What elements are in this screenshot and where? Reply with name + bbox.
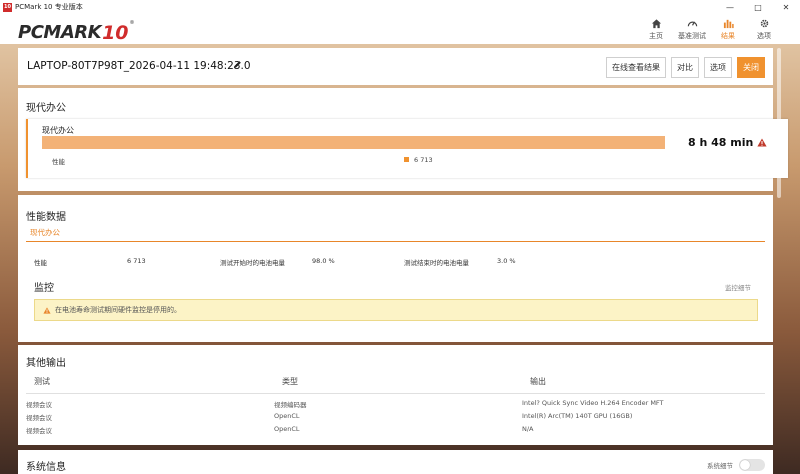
app-header: PCMARK 10 ® 主页 基准测试 结果 选项 [0, 14, 800, 44]
perf-data-title: 性能数据 [26, 212, 66, 223]
col-header-output: 输出 [530, 377, 546, 386]
warning-triangle-icon [43, 306, 51, 314]
speedometer-icon [687, 17, 698, 30]
result-actions: 在线查看结果 对比 选项 关闭 [606, 57, 765, 78]
nav-results[interactable]: 结果 [710, 15, 746, 43]
modern-office-title: 现代办公 [26, 103, 66, 114]
perf-value: 6 713 [414, 156, 433, 164]
battery-end-label: 测试结束时的电池电量 [404, 259, 469, 267]
cell-output: Intel? Quick Sync Video H.264 Encoder MF… [522, 399, 664, 407]
system-info-panel: 系统信息 系统细节 [18, 450, 773, 474]
edit-pencil-icon[interactable] [233, 60, 242, 71]
window-title: PCMark 10 专业版本 [15, 3, 83, 11]
modern-office-panel: 现代办公 现代办公 8 h 48 min 性能 6 713 [18, 88, 788, 191]
options-button[interactable]: 选项 [704, 57, 732, 78]
battery-start-value: 98.0 % [312, 257, 335, 265]
scrollbar-thumb[interactable] [777, 48, 781, 198]
bar-chart-icon [723, 17, 734, 30]
nav-benchmarks[interactable]: 基准测试 [674, 15, 710, 43]
score-bar [42, 136, 665, 149]
nav-home[interactable]: 主页 [638, 15, 674, 43]
logo-number: 10 [102, 22, 129, 44]
cell-output: Intel(R) Arc(TM) 140T GPU (16GB) [522, 412, 633, 420]
perf-label: 性能 [52, 158, 65, 166]
monitor-details-link[interactable]: 监控细节 [725, 282, 751, 292]
toggle-knob [740, 460, 750, 470]
nav-benchmarks-label: 基准测试 [678, 32, 706, 40]
minimize-icon[interactable]: — [716, 0, 744, 14]
system-details-toggle-wrap: 系统细节 [707, 459, 765, 471]
cell-type: OpenCL [274, 425, 300, 433]
nav-options-label: 选项 [757, 32, 771, 40]
warning-icon [757, 138, 767, 147]
app-icon: 10 [3, 2, 12, 12]
table-row: 视频会议 OpenCL N/A [26, 423, 765, 436]
performance-data-panel: 性能数据 现代办公 性能 6 713 测试开始时的电池电量 98.0 % 测试结… [18, 195, 773, 342]
compare-button[interactable]: 对比 [671, 57, 699, 78]
perf-data-tabs: 现代办公 [26, 226, 765, 242]
main-nav: 主页 基准测试 结果 选项 [638, 15, 782, 43]
logo-trademark: ® [129, 20, 135, 26]
monitor-notice: 在电池寿命测试期间硬件监控是停用的。 [34, 299, 758, 321]
window-controls: — □ ✕ [716, 0, 800, 14]
cell-type: 视频编码器 [274, 401, 307, 409]
cell-test: 视频会议 [26, 401, 52, 409]
cell-test: 视频会议 [26, 414, 52, 422]
legend-swatch [404, 157, 409, 162]
nav-home-label: 主页 [649, 32, 663, 40]
monitor-notice-text: 在电池寿命测试期间硬件监控是停用的。 [55, 306, 181, 314]
window-titlebar: 10 PCMark 10 专业版本 — □ ✕ [0, 0, 800, 15]
home-icon [651, 17, 662, 30]
test-name: 现代办公 [42, 126, 74, 135]
other-output-title: 其他输出 [26, 358, 66, 369]
score-value: 8 h 48 min [688, 136, 754, 149]
system-info-title: 系统信息 [26, 462, 66, 473]
nav-options[interactable]: 选项 [746, 15, 782, 43]
header-divider [26, 393, 765, 394]
perf-item-value: 6 713 [127, 257, 146, 265]
result-title: LAPTOP-80T7P98T_2026-04-11 19:48:23.0 [27, 60, 251, 72]
pcmark-logo: PCMARK 10 ® [18, 20, 135, 44]
col-header-test: 测试 [34, 377, 50, 386]
cell-test: 视频会议 [26, 427, 52, 435]
view-online-button[interactable]: 在线查看结果 [606, 57, 666, 78]
nav-results-label: 结果 [721, 32, 735, 40]
maximize-icon[interactable]: □ [744, 0, 772, 14]
cell-type: OpenCL [274, 412, 300, 420]
battery-start-label: 测试开始时的电池电量 [220, 259, 285, 267]
test-result-card[interactable]: 现代办公 8 h 48 min 性能 6 713 [26, 119, 788, 178]
close-icon[interactable]: ✕ [772, 0, 800, 14]
cell-output: N/A [522, 425, 534, 433]
battery-end-value: 3.0 % [497, 257, 516, 265]
battery-life-score: 8 h 48 min [688, 136, 767, 149]
tab-underline [26, 241, 765, 242]
table-row: 视频会议 OpenCL Intel(R) Arc(TM) 140T GPU (1… [26, 410, 765, 423]
score-bar-fill [42, 136, 665, 149]
table-row: 视频会议 视频编码器 Intel? Quick Sync Video H.264… [26, 397, 765, 410]
tab-modern-office[interactable]: 现代办公 [30, 227, 60, 238]
col-header-type: 类型 [282, 377, 298, 386]
gear-icon [759, 17, 770, 30]
system-details-label: 系统细节 [707, 462, 733, 470]
other-output-panel: 其他输出 测试 类型 输出 视频会议 视频编码器 Intel? Quick Sy… [18, 345, 773, 445]
perf-item-label: 性能 [34, 259, 47, 267]
system-details-toggle[interactable] [739, 459, 765, 471]
monitor-title: 监控 [34, 283, 54, 294]
close-button[interactable]: 关闭 [737, 57, 765, 78]
page-scrollbar[interactable] [776, 48, 782, 468]
result-header-panel: LAPTOP-80T7P98T_2026-04-11 19:48:23.0 在线… [18, 48, 773, 85]
logo-text: PCMARK [18, 22, 102, 43]
